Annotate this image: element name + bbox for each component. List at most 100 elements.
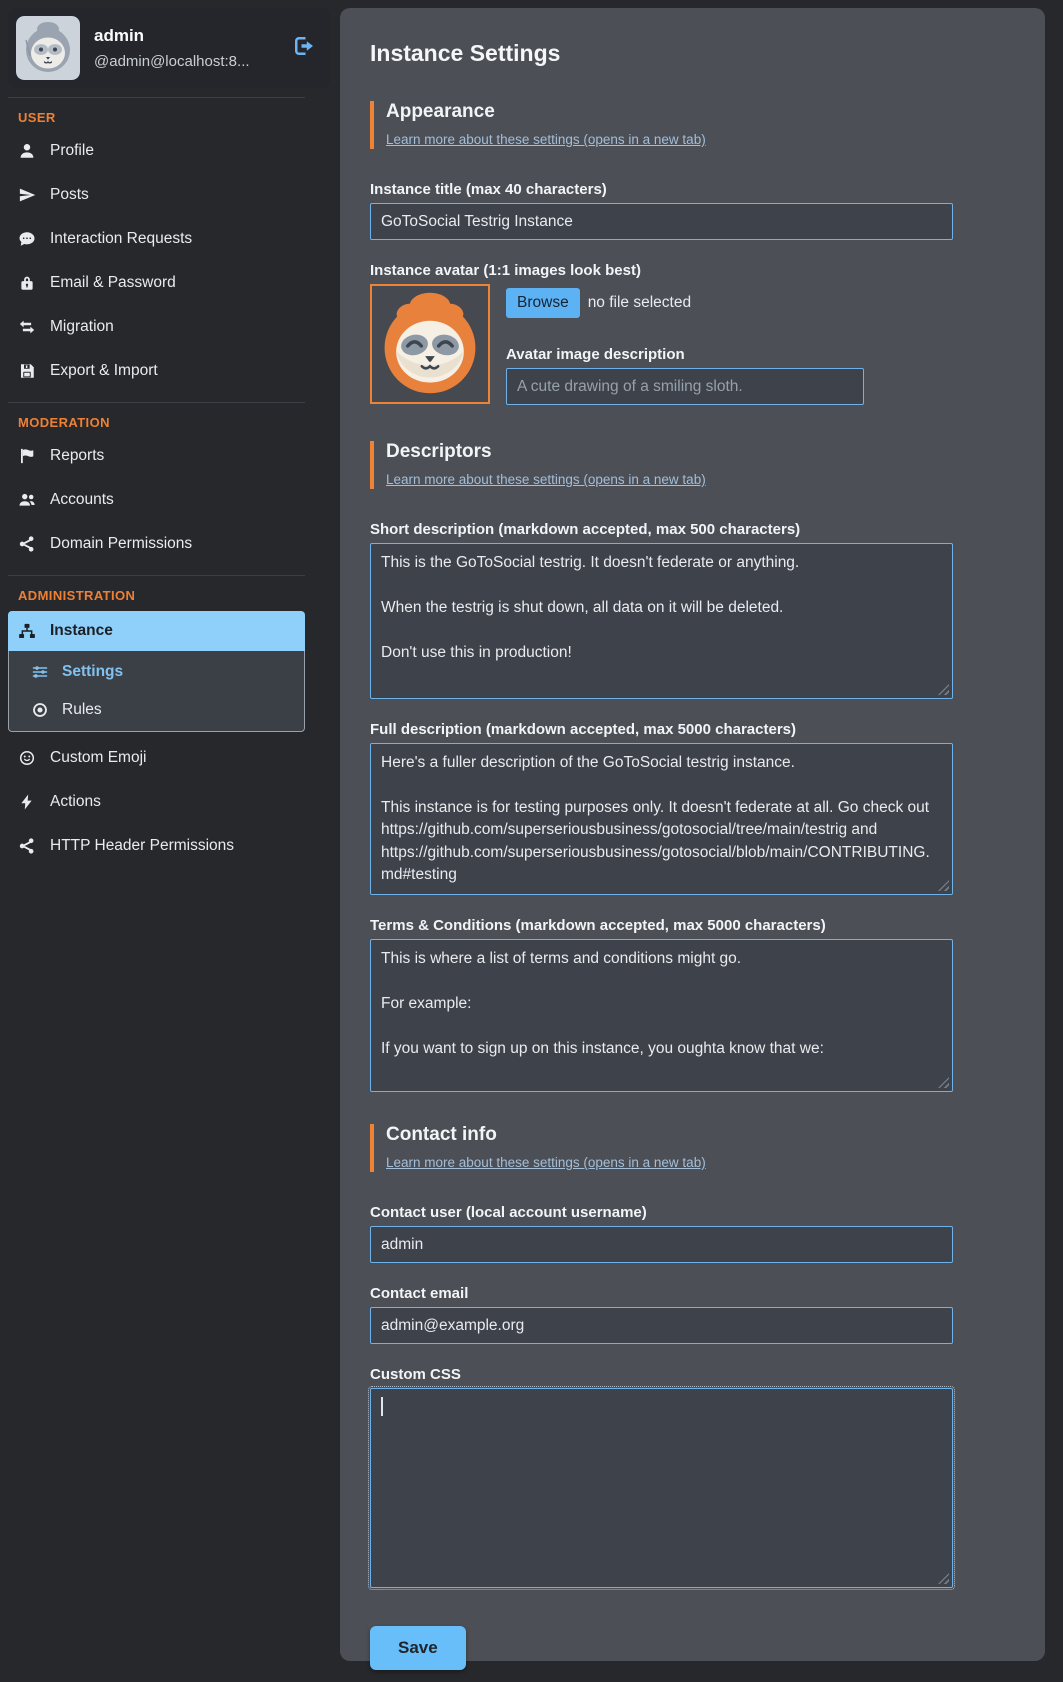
contact-user-label: Contact user (local account username) [370,1204,953,1221]
custom-css-textarea[interactable] [370,1388,953,1588]
appearance-heading: Appearance [386,101,953,123]
divider [8,575,305,576]
user-avatar [16,16,80,80]
contact-email-label: Contact email [370,1285,953,1302]
sidebar-item-domain-permissions[interactable]: Domain Permissions [8,522,330,566]
sidebar-item-label: Custom Emoji [50,749,146,767]
sidebar-item-label: Profile [50,142,94,160]
sidebar-item-interaction-requests[interactable]: Interaction Requests [8,217,330,261]
instance-avatar-label: Instance avatar (1:1 images look best) [370,262,953,279]
sidebar-item-http-header-permissions[interactable]: HTTP Header Permissions [8,824,330,868]
sidebar-item-label: Migration [50,318,114,336]
avatar-description-label: Avatar image description [506,346,864,363]
sidebar-item-label: Reports [50,447,104,465]
flag-icon [18,447,36,465]
sidebar-item-label: Domain Permissions [50,535,192,553]
short-description-textarea[interactable]: This is the GoToSocial testrig. It doesn… [370,543,953,699]
instance-title-input[interactable] [370,203,953,240]
sidebar-item-posts[interactable]: Posts [8,173,330,217]
arrows-swap-icon [18,318,36,336]
smiley-icon [18,749,36,767]
app-root: admin @admin@localhost:8... USER Profile… [0,0,1063,1682]
terms-label: Terms & Conditions (markdown accepted, m… [370,917,953,934]
sidebar-item-reports[interactable]: Reports [8,434,330,478]
divider [8,402,305,403]
short-description-label: Short description (markdown accepted, ma… [370,521,953,538]
bolt-icon [18,793,36,811]
instance-title-label: Instance title (max 40 characters) [370,181,953,198]
sloth-avatar-grey [16,16,80,80]
share-nodes-icon [18,837,36,855]
sliders-icon [31,663,49,681]
sidebar-item-label: Instance [50,622,113,640]
full-description-label: Full description (markdown accepted, max… [370,721,953,738]
sidebar-item-label: Email & Password [50,274,176,292]
custom-css-field: Custom CSS [370,1366,953,1588]
terms-field: Terms & Conditions (markdown accepted, m… [370,917,953,1092]
full-description-field: Full description (markdown accepted, max… [370,721,953,895]
sidebar-item-profile[interactable]: Profile [8,129,330,173]
floppy-disk-icon [18,362,36,380]
avatar-description-input[interactable] [506,368,864,405]
sidebar-item-label: Settings [62,663,123,681]
save-button[interactable]: Save [370,1626,466,1670]
section-label-user: USER [8,100,330,129]
user-card: admin @admin@localhost:8... [8,8,330,88]
user-names: admin @admin@localhost:8... [94,26,278,70]
contact-user-input[interactable] [370,1226,953,1263]
sign-out-icon[interactable] [292,34,316,63]
users-icon [18,491,36,509]
user-handle: @admin@localhost:8... [94,53,278,70]
comment-dots-icon [18,230,36,248]
section-label-moderation: MODERATION [8,405,330,434]
circle-dot-icon [31,701,49,719]
sloth-avatar-orange [372,286,488,402]
contact-email-input[interactable] [370,1307,953,1344]
file-status-text: no file selected [588,294,691,312]
section-label-administration: ADMINISTRATION [8,578,330,607]
sidebar-item-label: Posts [50,186,89,204]
contact-email-field: Contact email [370,1285,953,1344]
appearance-learn-more-link[interactable]: Learn more about these settings (opens i… [386,132,706,147]
sidebar-item-migration[interactable]: Migration [8,305,330,349]
contact-user-field: Contact user (local account username) [370,1204,953,1263]
user-icon [18,142,36,160]
paper-plane-icon [18,186,36,204]
instance-nav-group: Instance Settings Rules [8,611,305,732]
sidebar-item-actions[interactable]: Actions [8,780,330,824]
sidebar-item-label: Accounts [50,491,114,509]
sidebar-item-instance[interactable]: Instance [8,611,305,651]
descriptors-heading: Descriptors [386,441,953,463]
browse-button[interactable]: Browse [506,288,580,318]
custom-css-label: Custom CSS [370,1366,953,1383]
terms-textarea[interactable]: This is where a list of terms and condit… [370,939,953,1092]
text-cursor [381,1397,383,1416]
instance-title-field: Instance title (max 40 characters) [370,181,953,240]
sitemap-icon [18,622,36,640]
instance-submenu: Settings Rules [8,651,305,732]
appearance-section-header: Appearance Learn more about these settin… [370,101,953,149]
instance-avatar-preview [370,284,490,404]
sidebar-item-label: Actions [50,793,101,811]
contact-learn-more-link[interactable]: Learn more about these settings (opens i… [386,1155,706,1170]
divider [8,97,305,98]
sidebar-item-export-import[interactable]: Export & Import [8,349,330,393]
sidebar-item-custom-emoji[interactable]: Custom Emoji [8,736,330,780]
contact-section-header: Contact info Learn more about these sett… [370,1124,953,1172]
sidebar-item-email-password[interactable]: Email & Password [8,261,330,305]
main-panel: Instance Settings Appearance Learn more … [340,8,1045,1661]
descriptors-section-header: Descriptors Learn more about these setti… [370,441,953,489]
sidebar-item-label: Rules [62,701,102,719]
lock-icon [18,274,36,292]
sidebar-item-settings[interactable]: Settings [9,653,304,691]
sidebar-item-accounts[interactable]: Accounts [8,478,330,522]
sidebar: admin @admin@localhost:8... USER Profile… [8,8,330,1661]
descriptors-learn-more-link[interactable]: Learn more about these settings (opens i… [386,472,706,487]
user-name: admin [94,26,278,46]
sidebar-item-label: Export & Import [50,362,158,380]
full-description-textarea[interactable]: Here's a fuller description of the GoToS… [370,743,953,895]
share-nodes-icon [18,535,36,553]
instance-avatar-field: Instance avatar (1:1 images look best) [370,262,953,405]
sidebar-item-label: Interaction Requests [50,230,192,248]
sidebar-item-rules[interactable]: Rules [9,691,304,729]
